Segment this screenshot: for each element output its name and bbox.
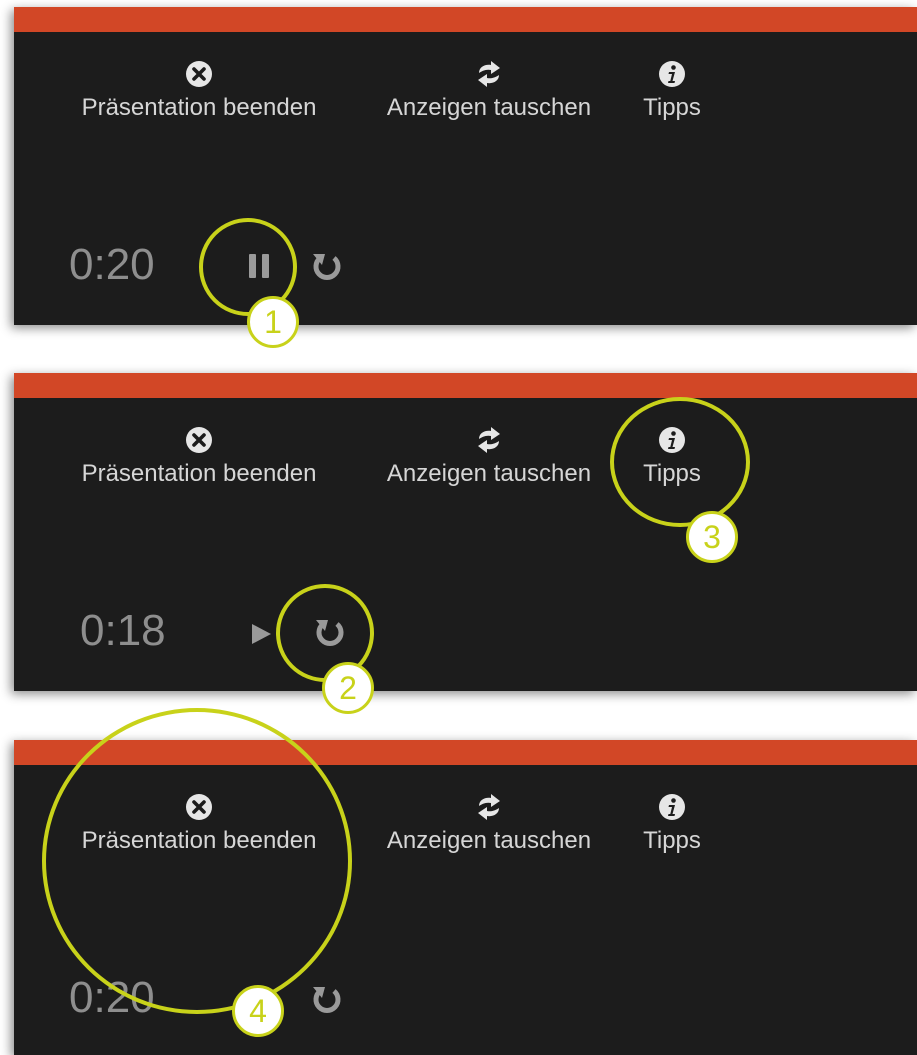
swap-displays-label: Anzeigen tauschen (386, 94, 592, 121)
close-circle-icon (186, 61, 212, 87)
close-circle-icon (186, 794, 212, 820)
end-presentation-label: Präsentation beenden (81, 827, 317, 854)
swap-displays-label: Anzeigen tauschen (386, 827, 592, 854)
presenter-toolbar-panel: Präsentation beenden Anzeigen tauschen T… (14, 7, 917, 325)
info-icon (659, 61, 685, 87)
swap-displays-label: Anzeigen tauschen (386, 460, 592, 487)
accent-bar (14, 373, 917, 398)
reset-icon[interactable] (311, 250, 343, 282)
reset-icon[interactable] (314, 616, 346, 648)
elapsed-time: 0:20 (69, 973, 155, 1022)
accent-bar (14, 7, 917, 32)
tips-label: Tipps (643, 460, 701, 487)
swap-displays-button[interactable]: Anzeigen tauschen (364, 60, 614, 150)
pause-icon[interactable] (243, 983, 275, 1015)
end-presentation-button[interactable]: Präsentation beenden (54, 426, 344, 516)
info-icon (659, 794, 685, 820)
swap-displays-button[interactable]: Anzeigen tauschen (364, 426, 614, 516)
presenter-toolbar-panel: Präsentation beenden Anzeigen tauschen T… (14, 740, 917, 1055)
tips-button[interactable]: Tipps (632, 426, 712, 516)
swap-arrows-icon (478, 427, 500, 453)
accent-bar (14, 740, 917, 765)
tips-label: Tipps (643, 94, 701, 121)
tips-label: Tipps (643, 827, 701, 854)
tips-button[interactable]: Tipps (632, 793, 712, 883)
elapsed-time: 0:18 (80, 606, 166, 655)
close-circle-icon (186, 427, 212, 453)
end-presentation-label: Präsentation beenden (81, 460, 317, 487)
presenter-toolbar-panel: Präsentation beenden Anzeigen tauschen T… (14, 373, 917, 691)
swap-arrows-icon (478, 794, 500, 820)
play-icon[interactable] (248, 621, 274, 647)
swap-arrows-icon (478, 61, 500, 87)
reset-icon[interactable] (311, 983, 343, 1015)
end-presentation-label: Präsentation beenden (81, 94, 317, 121)
info-icon (659, 427, 685, 453)
pause-icon[interactable] (243, 250, 275, 282)
end-presentation-button[interactable]: Präsentation beenden (54, 60, 344, 150)
end-presentation-button[interactable]: Präsentation beenden (54, 793, 344, 883)
swap-displays-button[interactable]: Anzeigen tauschen (364, 793, 614, 883)
elapsed-time: 0:20 (69, 240, 155, 289)
tips-button[interactable]: Tipps (632, 60, 712, 150)
